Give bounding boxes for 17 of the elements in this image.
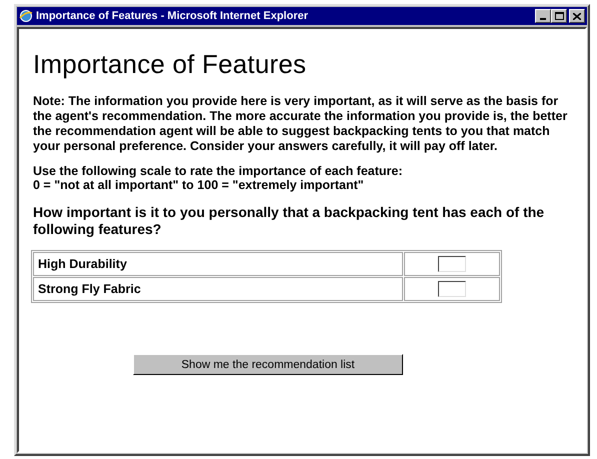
recommendation-button[interactable]: Show me the recommendation list [133, 354, 403, 375]
rating-input[interactable] [438, 256, 466, 272]
feature-cell: High Durability [33, 252, 403, 276]
minimize-button[interactable] [535, 9, 551, 23]
close-icon [573, 12, 581, 20]
page-heading: Importance of Features [33, 49, 308, 80]
note-paragraph: Note: The information you provide here is very important, as it will serve as the basis for the agent's recommendation. The more accurate the information you provide is, the better the recommendation agent will be able to suggest backpacking tents to you that match your personal preference. Consider your answers carefully, it will pay off later. [33, 94, 568, 154]
globe-icon [19, 9, 33, 23]
window-title: Importance of Features - Microsoft Internet Explorer [36, 10, 309, 22]
maximize-icon [554, 12, 564, 20]
maximize-button[interactable] [551, 9, 567, 23]
rating-input[interactable] [438, 281, 466, 297]
scale-text: 0 = "not at all important" to 100 = "extremely important" [33, 178, 365, 192]
feature-cell: Strong Fly Fabric [33, 277, 403, 301]
scale-text: Use the following scale to rate the importance of each feature: [33, 164, 404, 178]
question-text: How important is it to you personally that a backpacking tent has each of the following features? [33, 204, 546, 238]
close-button[interactable] [569, 9, 585, 23]
